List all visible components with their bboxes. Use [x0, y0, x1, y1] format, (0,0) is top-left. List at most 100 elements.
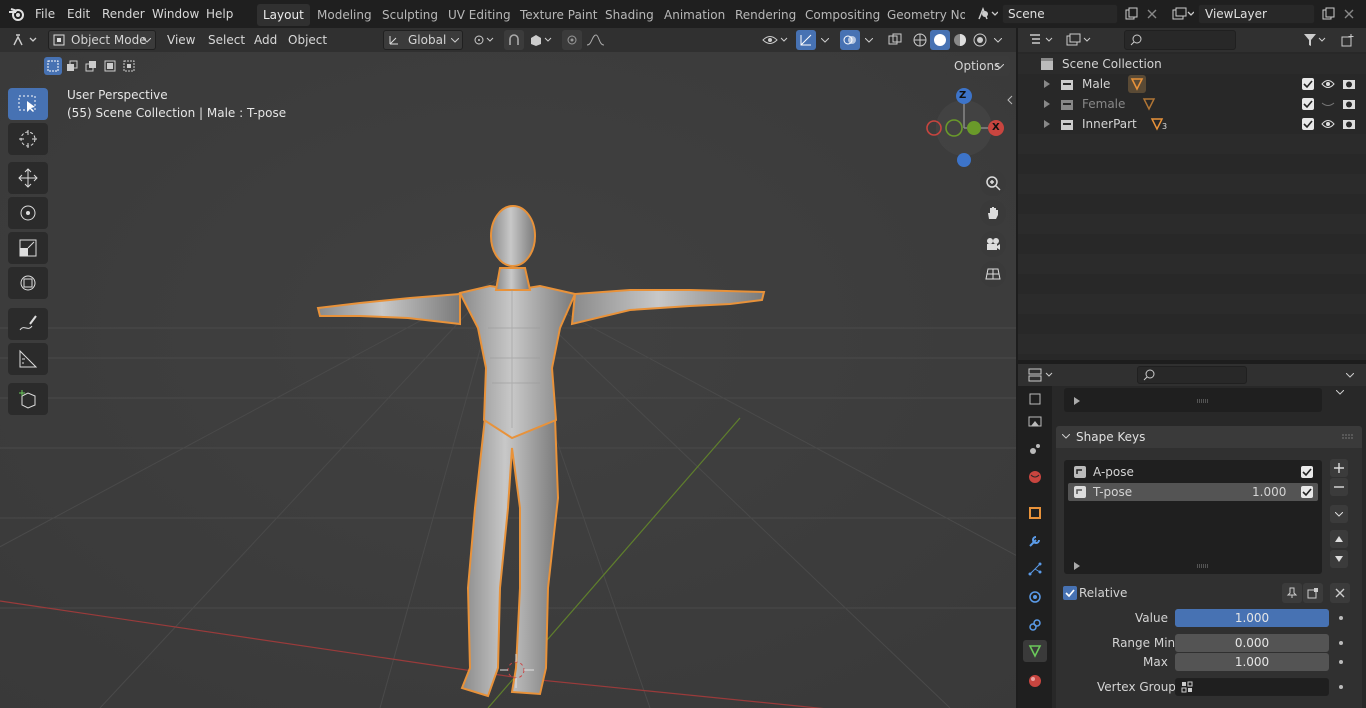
menu-file[interactable]: File — [35, 7, 55, 21]
menu-edit[interactable]: Edit — [67, 7, 90, 21]
select-box-tool[interactable] — [8, 88, 48, 120]
select-subtract-icon[interactable] — [82, 57, 100, 75]
outliner-scene-collection[interactable]: Scene Collection — [1018, 54, 1366, 74]
scene-name-field[interactable]: Scene — [1002, 4, 1118, 24]
outliner-row-male[interactable]: Male — [1018, 74, 1366, 94]
tab-texture-paint[interactable]: Texture Paint — [514, 4, 603, 26]
clear-shape-keys-icon[interactable] — [1330, 583, 1350, 603]
mesh-data-icon[interactable] — [1128, 75, 1146, 93]
remove-shape-key-button[interactable] — [1330, 478, 1348, 496]
render-tab-icon[interactable] — [1023, 410, 1047, 432]
editor-type-icon[interactable] — [10, 30, 42, 50]
move-down-button[interactable] — [1330, 550, 1348, 568]
tab-layout[interactable]: Layout — [257, 4, 310, 26]
cursor-tool[interactable] — [8, 123, 48, 155]
exclude-checkbox[interactable] — [1302, 78, 1314, 90]
transform-tool[interactable] — [8, 267, 48, 299]
menu-object[interactable]: Object — [288, 33, 327, 47]
range-min-field[interactable]: 0.000 — [1175, 634, 1329, 652]
filter-icon[interactable] — [1300, 30, 1330, 50]
menu-add[interactable]: Add — [254, 33, 277, 47]
material-shading-icon[interactable] — [950, 30, 970, 50]
tab-animation[interactable]: Animation — [658, 4, 731, 26]
shape-key-row-t-pose[interactable]: T-pose 1.000 — [1068, 483, 1318, 501]
new-view-layer-icon[interactable] — [1318, 4, 1338, 24]
snap-target-icon[interactable] — [526, 30, 556, 50]
select-invert-icon[interactable] — [101, 57, 119, 75]
world-tab-icon[interactable] — [1023, 466, 1047, 488]
scene-tab-icon[interactable] — [1023, 438, 1047, 460]
properties-editor-type-icon[interactable] — [1026, 365, 1058, 385]
exclude-checkbox[interactable] — [1302, 98, 1314, 110]
properties-search-input[interactable] — [1137, 366, 1247, 384]
move-tool[interactable] — [8, 162, 48, 194]
mesh-data-tab-icon[interactable] — [1023, 640, 1047, 662]
shape-key-mute-checkbox[interactable] — [1301, 466, 1313, 478]
rotate-tool[interactable] — [8, 197, 48, 229]
add-cube-tool[interactable] — [8, 383, 48, 415]
options-dropdown[interactable]: Options — [946, 56, 1010, 76]
tool-tab-icon[interactable] — [1023, 388, 1047, 410]
gizmo-toggle-icon[interactable] — [796, 30, 816, 50]
object-tab-icon[interactable] — [1023, 502, 1047, 524]
view-layer-selector-icon[interactable] — [1168, 4, 1198, 24]
scale-tool[interactable] — [8, 232, 48, 264]
menu-select[interactable]: Select — [208, 33, 245, 47]
vertex-group-field[interactable] — [1175, 678, 1329, 696]
tab-modeling[interactable]: Modeling — [311, 4, 378, 26]
tab-sculpting[interactable]: Sculpting — [376, 4, 444, 26]
outliner-row-innerpart[interactable]: InnerPart 3 — [1018, 114, 1366, 134]
3d-viewport[interactable]: Z X Object Mode View Select Add Object G… — [0, 28, 1016, 708]
overlays-options-icon[interactable] — [861, 30, 877, 50]
new-collection-icon[interactable] — [1338, 30, 1358, 50]
constraints-tab-icon[interactable] — [1023, 614, 1047, 636]
sidebar-expand-icon[interactable] — [1006, 94, 1016, 108]
annotate-tool[interactable] — [8, 308, 48, 340]
tab-rendering[interactable]: Rendering — [729, 4, 802, 26]
snap-toggle-icon[interactable] — [504, 30, 524, 50]
menu-render[interactable]: Render — [102, 7, 145, 21]
solid-shading-icon[interactable] — [930, 30, 950, 50]
list-options-icon[interactable] — [1330, 382, 1350, 402]
visibility-filter-icon[interactable] — [760, 30, 790, 50]
shading-options-icon[interactable] — [990, 30, 1006, 50]
xray-toggle-icon[interactable] — [885, 30, 905, 50]
tab-compositing[interactable]: Compositing — [799, 4, 886, 26]
outliner-row-female[interactable]: Female — [1018, 94, 1366, 114]
menu-view[interactable]: View — [167, 33, 195, 47]
menu-window[interactable]: Window — [152, 7, 199, 21]
outliner-search-input[interactable] — [1124, 30, 1236, 50]
outliner-editor-type-icon[interactable] — [1026, 30, 1058, 50]
new-scene-icon[interactable] — [1121, 4, 1141, 24]
shape-key-specials-button[interactable] — [1330, 505, 1348, 523]
gizmo-options-icon[interactable] — [817, 30, 833, 50]
shape-key-row-a-pose[interactable]: A-pose — [1068, 463, 1318, 481]
display-mode-icon[interactable] — [1064, 30, 1096, 50]
delete-view-layer-icon[interactable] — [1339, 4, 1359, 24]
view-layer-field[interactable]: ViewLayer — [1198, 4, 1315, 24]
pin-icon[interactable] — [1282, 583, 1302, 603]
relative-checkbox[interactable] — [1063, 586, 1077, 600]
transform-orientation-dropdown[interactable]: Global — [383, 30, 463, 50]
blender-logo-icon[interactable] — [8, 6, 26, 22]
viewport-canvas[interactable] — [0, 28, 1016, 708]
wireframe-shading-icon[interactable] — [910, 30, 930, 50]
select-extend-icon[interactable] — [63, 57, 81, 75]
rendered-shading-icon[interactable] — [970, 30, 990, 50]
tab-shading[interactable]: Shading — [599, 4, 660, 26]
shape-keys-panel-header[interactable]: Shape Keys — [1056, 426, 1362, 448]
pivot-point-icon[interactable] — [470, 30, 498, 50]
particles-tab-icon[interactable] — [1023, 558, 1047, 580]
select-intersect-icon[interactable] — [120, 57, 138, 75]
select-new-icon[interactable] — [44, 57, 62, 75]
zoom-button[interactable] — [980, 170, 1006, 196]
add-shape-key-button[interactable] — [1330, 459, 1348, 477]
max-field[interactable]: 1.000 — [1175, 653, 1329, 671]
value-slider[interactable]: 1.000 — [1175, 609, 1329, 627]
move-up-button[interactable] — [1330, 530, 1348, 548]
scene-selector-icon[interactable] — [972, 4, 1002, 24]
delete-scene-icon[interactable] — [1142, 4, 1162, 24]
overlays-toggle-icon[interactable] — [840, 30, 860, 50]
modifier-tab-icon[interactable] — [1023, 530, 1047, 552]
exclude-checkbox[interactable] — [1302, 118, 1314, 130]
